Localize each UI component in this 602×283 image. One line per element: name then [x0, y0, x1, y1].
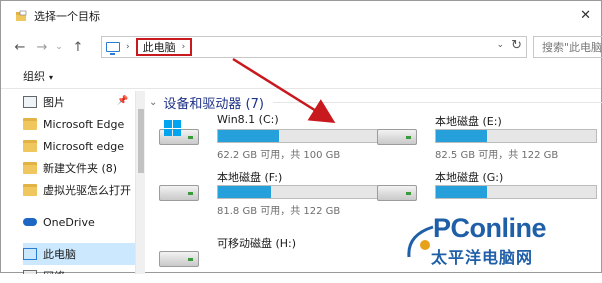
address-separator[interactable]: › — [126, 42, 130, 52]
drive-g[interactable]: 本地磁盘 (G:) — [377, 169, 601, 217]
drive-f[interactable]: 本地磁盘 (F:) 81.8 GB 可用，共 122 GB — [159, 169, 383, 217]
sidebar-item-pictures[interactable]: 图片 📌 — [23, 91, 135, 113]
sidebar-item-label: Microsoft Edge — [43, 117, 125, 131]
drive-usage-bar — [435, 129, 597, 143]
sidebar-item-label: 此电脑 — [43, 248, 76, 261]
folder-icon — [23, 184, 37, 196]
sidebar-scrollbar[interactable] — [135, 91, 145, 274]
organize-button[interactable]: 组织 ▾ — [23, 68, 53, 84]
sidebar-item-microsoft-edge[interactable]: Microsoft Edge — [23, 113, 135, 135]
address-bar[interactable]: › 此电脑 › ⌄ ↻ — [101, 36, 527, 58]
drive-usage-bar — [435, 185, 597, 199]
drive-name: 本地磁盘 (F:) — [217, 171, 283, 184]
drive-name: 本地磁盘 (E:) — [435, 115, 502, 128]
sidebar-item-label: 网络 — [43, 268, 65, 274]
sidebar-item-onedrive[interactable]: OneDrive — [23, 211, 135, 233]
scrollbar-thumb[interactable] — [138, 109, 144, 173]
hard-disk-icon — [377, 179, 417, 203]
sidebar-item-label: OneDrive — [43, 215, 95, 229]
sidebar-item-this-pc[interactable]: 此电脑 — [23, 243, 135, 265]
drive-c[interactable]: Win8.1 (C:) 62.2 GB 可用，共 100 GB — [159, 113, 383, 161]
hard-disk-icon — [377, 123, 417, 147]
caret-down-icon: ▾ — [49, 72, 54, 82]
chevron-right-icon[interactable]: › — [182, 42, 186, 52]
picture-icon — [23, 96, 37, 108]
onedrive-icon — [23, 218, 37, 226]
drive-usage-bar — [217, 129, 379, 143]
drive-free-space: 62.2 GB 可用，共 100 GB — [217, 150, 341, 161]
drive-usage-fill — [218, 186, 271, 198]
removable-disk-icon — [159, 245, 199, 269]
command-toolbar: 组织 ▾ — [1, 63, 601, 89]
sidebar-item-label: 图片 — [43, 96, 65, 109]
sidebar-item-label: 新建文件夹 (8) — [43, 162, 118, 175]
search-input[interactable]: 搜索"此电脑 — [533, 36, 602, 58]
sidebar-item-microsoft-edge-2[interactable]: Microsoft edge — [23, 135, 135, 157]
folder-icon — [23, 140, 37, 152]
section-title: 设备和驱动器 (7) — [163, 97, 264, 112]
app-icon — [15, 10, 27, 22]
recent-locations-button[interactable]: ⌄ — [53, 42, 65, 52]
address-current-location[interactable]: 此电脑 › — [135, 38, 193, 56]
refresh-button[interactable]: ↻ — [511, 38, 522, 53]
drive-usage-fill — [218, 130, 279, 142]
drive-name: 可移动磁盘 (H:) — [217, 237, 297, 250]
sidebar-item-virtual-drive[interactable]: 虚拟光驱怎么打开 — [23, 179, 135, 201]
folder-icon — [23, 118, 37, 130]
drive-free-space: 81.8 GB 可用，共 122 GB — [217, 206, 341, 217]
back-button[interactable]: ← — [11, 40, 29, 55]
drive-name: 本地磁盘 (G:) — [435, 171, 504, 184]
sidebar-item-label: Microsoft edge — [43, 139, 125, 153]
drive-usage-bar — [217, 185, 379, 199]
folder-icon — [23, 162, 37, 174]
up-button[interactable]: ↑ — [69, 40, 87, 55]
file-list-pane: ⌄ 设备和驱动器 (7) Win8.1 (C:) 62.2 GB 可用，共 10… — [149, 91, 602, 274]
organize-label: 组织 — [23, 69, 45, 83]
section-divider — [273, 102, 602, 103]
hard-disk-icon — [159, 179, 199, 203]
windows-drive-icon — [159, 120, 199, 147]
devices-section-header[interactable]: ⌄ 设备和驱动器 (7) — [149, 93, 264, 112]
address-current-label: 此电脑 — [142, 41, 176, 54]
this-pc-icon — [23, 248, 37, 260]
drive-h[interactable]: 可移动磁盘 (H:) — [159, 235, 383, 283]
close-icon[interactable]: ✕ — [580, 8, 591, 23]
drive-usage-fill — [436, 130, 488, 142]
drive-e[interactable]: 本地磁盘 (E:) 82.5 GB 可用，共 122 GB — [377, 113, 601, 161]
address-dropdown-button[interactable]: ⌄ — [496, 40, 504, 50]
file-picker-window: 选择一个目标 ✕ ← → ⌄ ↑ › 此电脑 › ⌄ ↻ 搜索"此电脑 组织 ▾ … — [0, 0, 602, 274]
pin-icon[interactable]: 📌 — [117, 96, 128, 106]
navigation-pane: 图片 📌 Microsoft Edge Microsoft edge 新建文件夹… — [23, 91, 135, 274]
network-icon — [23, 270, 37, 274]
sidebar-item-new-folder[interactable]: 新建文件夹 (8) — [23, 157, 135, 179]
drive-usage-fill — [436, 186, 488, 198]
sidebar-item-label: 虚拟光驱怎么打开 — [43, 184, 131, 197]
drive-free-space: 82.5 GB 可用，共 122 GB — [435, 150, 559, 161]
this-pc-icon — [106, 42, 120, 55]
chevron-down-icon[interactable]: ⌄ — [149, 97, 157, 108]
drive-name: Win8.1 (C:) — [217, 113, 279, 126]
navigation-bar: ← → ⌄ ↑ › 此电脑 › ⌄ ↻ 搜索"此电脑 — [1, 33, 602, 61]
title-bar: 选择一个目标 ✕ — [1, 1, 601, 31]
window-title: 选择一个目标 — [34, 10, 100, 23]
forward-button[interactable]: → — [33, 40, 51, 55]
